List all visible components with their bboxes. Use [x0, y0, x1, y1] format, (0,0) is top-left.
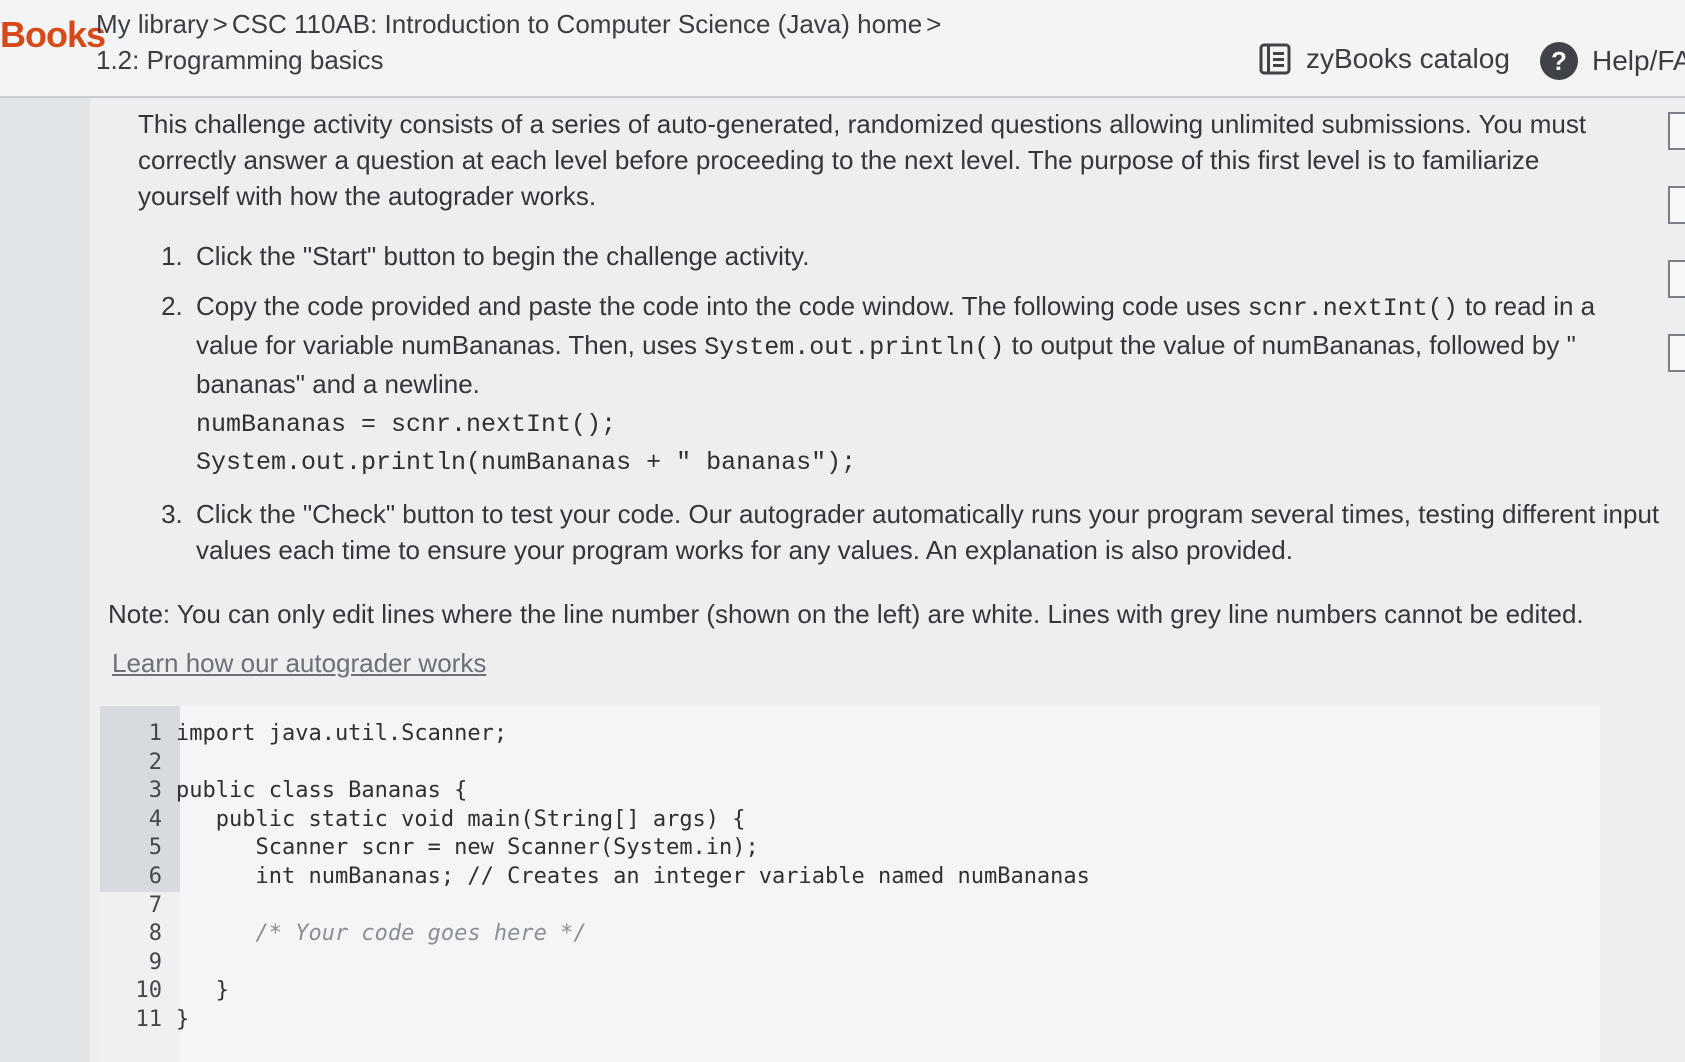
line-number: 10 — [135, 978, 163, 1004]
code-line: 2 — [100, 749, 1090, 778]
line-number: 3 — [148, 778, 162, 804]
line-number: 6 — [148, 863, 162, 889]
breadcrumb-separator: > — [926, 9, 942, 39]
code-editor[interactable]: 1 import java.util.Scanner; 2 3 public cla… — [100, 706, 1600, 1062]
top-bar: Books My library > CSC 110AB: Introduction… — [0, 0, 1685, 98]
book-icon — [1258, 42, 1292, 76]
step-text: Click the "Start" button to begin the ch… — [196, 241, 810, 271]
editor-lines: 1 import java.util.Scanner; 2 3 public cla… — [100, 720, 1090, 1035]
line-number: 5 — [148, 835, 162, 861]
breadcrumb-course-home[interactable]: CSC 110AB: Introduction to Computer Scie… — [232, 9, 922, 39]
learn-autograder-link[interactable]: Learn how our autograder works — [112, 648, 486, 679]
code-line[interactable]: 8 /* Your code goes here */ — [100, 920, 1090, 949]
code-text: int numBananas; // Creates an integer va… — [176, 863, 1090, 889]
code-text: Scanner scnr = new Scanner(System.in); — [176, 835, 759, 861]
left-margin — [0, 98, 90, 1062]
help-link[interactable]: ? Help/FA — [1540, 42, 1685, 80]
step-text: Copy the code provided and paste the cod… — [196, 291, 1248, 321]
step-item: Click the "Start" button to begin the ch… — [190, 238, 1660, 274]
code-line: 5 Scanner scnr = new Scanner(System.in); — [100, 834, 1090, 863]
code-text: public class Bananas { — [176, 778, 468, 804]
code-line: 10 } — [100, 977, 1090, 1006]
note-text: Note: You can only edit lines where the … — [108, 599, 1584, 629]
code-snippet-line: System.out.println(numBananas + " banana… — [196, 448, 857, 477]
step-text: Click the "Check" button to test your co… — [196, 499, 1660, 565]
code-text: } — [176, 1006, 190, 1032]
help-label: Help/FA — [1592, 45, 1685, 76]
line-number: 11 — [135, 1006, 163, 1032]
level-indicator[interactable] — [1668, 260, 1685, 298]
code-line: 6 int numBananas; // Creates an integer … — [100, 863, 1090, 892]
code-text[interactable]: /* Your code goes here */ — [176, 921, 586, 946]
line-number: 7 — [148, 892, 162, 918]
level-indicator[interactable] — [1668, 112, 1685, 150]
step-item: Copy the code provided and paste the cod… — [190, 288, 1660, 482]
question-circle-icon: ? — [1540, 42, 1578, 80]
breadcrumb: My library > CSC 110AB: Introduction to Co… — [96, 6, 945, 78]
intro-paragraph: This challenge activity consists of a se… — [138, 109, 1587, 211]
code-snippet: numBananas = scnr.nextInt(); System.out.p… — [196, 406, 1660, 482]
breadcrumb-separator: > — [212, 9, 228, 39]
inline-code: System.out.println() — [704, 333, 1005, 362]
code-line: 1 import java.util.Scanner; — [100, 720, 1090, 749]
code-snippet-line: numBananas = scnr.nextInt(); — [196, 410, 617, 439]
line-number: 9 — [148, 949, 162, 975]
breadcrumb-my-library[interactable]: My library — [96, 9, 209, 39]
code-text: import java.util.Scanner; — [176, 721, 508, 746]
line-number: 8 — [148, 921, 162, 947]
line-number: 2 — [148, 749, 162, 775]
code-text: } — [176, 978, 229, 1004]
code-line[interactable]: 7 — [100, 892, 1090, 921]
code-line: 11} — [100, 1006, 1090, 1035]
steps-list: Click the "Start" button to begin the ch… — [160, 238, 1660, 582]
zybooks-logo[interactable]: Books — [0, 14, 106, 56]
level-indicator[interactable] — [1668, 186, 1685, 224]
level-indicator[interactable] — [1668, 334, 1685, 372]
code-line: 4 public static void main(String[] args)… — [100, 806, 1090, 835]
step-item: Click the "Check" button to test your co… — [190, 496, 1660, 568]
code-line[interactable]: 9 — [100, 949, 1090, 978]
code-text: public static void main(String[] args) { — [176, 806, 746, 832]
line-number: 4 — [148, 806, 162, 832]
breadcrumb-section: 1.2: Programming basics — [96, 45, 384, 75]
catalog-label: zyBooks catalog — [1306, 43, 1510, 74]
zybooks-catalog-link[interactable]: zyBooks catalog — [1258, 42, 1510, 76]
line-number: 1 — [148, 721, 162, 746]
inline-code: scnr.nextInt() — [1247, 294, 1458, 323]
code-line: 3 public class Bananas { — [100, 777, 1090, 806]
